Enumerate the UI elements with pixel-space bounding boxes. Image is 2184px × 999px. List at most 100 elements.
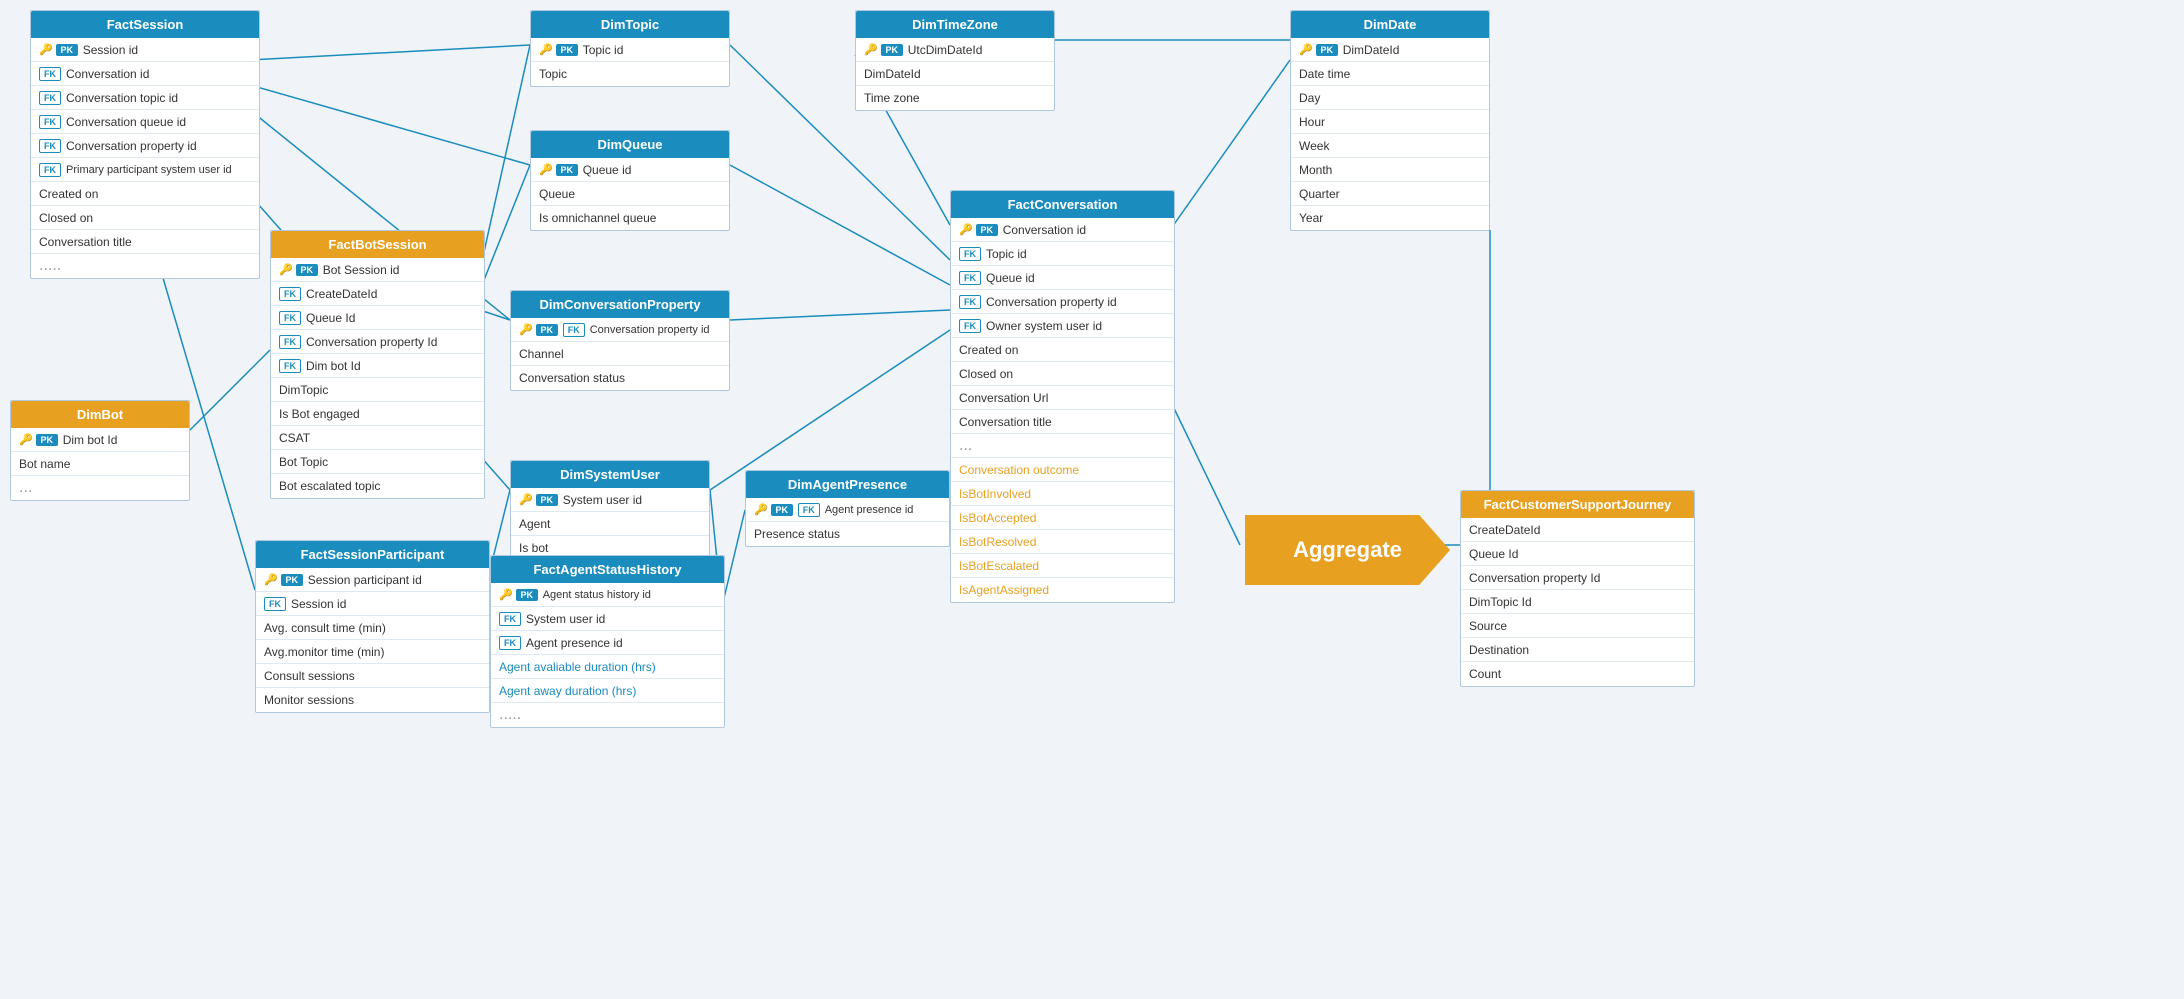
fk-badge: FK	[959, 247, 981, 261]
factsession-conversation-id: Conversation id	[66, 67, 149, 81]
dimtopic-row-topic: Topic	[531, 62, 729, 86]
factbotsession-row-botescalated: Bot escalated topic	[271, 474, 484, 498]
dimconversationproperty-header: DimConversationProperty	[511, 291, 729, 318]
factsessionparticipant-monitor-sessions: Monitor sessions	[264, 693, 354, 707]
dimdate-dateid: DimDateId	[1343, 43, 1400, 57]
factconversation-row-fk2: FK Queue id	[951, 266, 1174, 290]
factsession-row-fk2: FK Conversation topic id	[31, 86, 259, 110]
factcustomersupportjourney-count: Count	[1469, 667, 1501, 681]
factsession-ellipsis: .....	[31, 254, 259, 278]
factbotsession-botengaged: Is Bot engaged	[279, 407, 360, 421]
dimtopic-body: 🔑 PK Topic id Topic	[531, 38, 729, 86]
factagentstatushistory-row-fk1: FK System user id	[491, 607, 724, 631]
factbotsession-property-id: Conversation property Id	[306, 335, 437, 349]
entity-dimdate: DimDate 🔑 PK DimDateId Date time Day Hou…	[1290, 10, 1490, 231]
fk-badge: FK	[39, 67, 61, 81]
factsessionparticipant-row-monitorsessions: Monitor sessions	[256, 688, 489, 712]
dimtimezone-timezone: Time zone	[864, 91, 920, 105]
factsession-conversation-queue-id: Conversation queue id	[66, 115, 186, 129]
dimconversationproperty-id: Conversation property id	[590, 324, 710, 336]
dimdate-row-quarter: Quarter	[1291, 182, 1489, 206]
key-icon: 🔑	[499, 588, 513, 601]
dimqueue-row-omni: Is omnichannel queue	[531, 206, 729, 230]
dimbot-name: Bot name	[19, 457, 70, 471]
factcustomersupportjourney-destination: Destination	[1469, 643, 1529, 657]
factsessionparticipant-row-monitor: Avg.monitor time (min)	[256, 640, 489, 664]
key-icon: 🔑	[754, 503, 768, 516]
dimdate-row-hour: Hour	[1291, 110, 1489, 134]
pk-badge: PK	[296, 264, 318, 276]
factsessionparticipant-row-pk: 🔑 PK Session participant id	[256, 568, 489, 592]
dimsystemuser-agent: Agent	[519, 517, 550, 531]
factsession-primary-participant: Primary participant system user id	[66, 164, 232, 176]
dimbot-row-name: Bot name	[11, 452, 189, 476]
key-icon: 🔑	[279, 263, 293, 276]
factconversation-url: Conversation Url	[959, 391, 1048, 405]
factsession-conversation-property-id: Conversation property id	[66, 139, 197, 153]
entity-factagentstatushistory: FactAgentStatusHistory 🔑 PK Agent status…	[490, 555, 725, 728]
factsession-row-fk3: FK Conversation queue id	[31, 110, 259, 134]
entity-factsession: FactSession 🔑 PK Session id FK Conversat…	[30, 10, 260, 279]
factcustomersupportjourney-header: FactCustomerSupportJourney	[1461, 491, 1694, 518]
factcustomersupportjourney-queueid: Queue Id	[1469, 547, 1518, 561]
factsession-row-pk: 🔑 PK Session id	[31, 38, 259, 62]
factbotsession-dimbot-id: Dim bot Id	[306, 359, 361, 373]
factagentstatushistory-row-pk: 🔑 PK Agent status history id	[491, 583, 724, 607]
factconversation-title: Conversation title	[959, 415, 1052, 429]
factconversation-property-id: Conversation property id	[986, 295, 1117, 309]
pk-badge: PK	[976, 224, 998, 236]
factconversation-row-botinvolved: IsBotInvolved	[951, 482, 1174, 506]
fk-badge: FK	[798, 503, 820, 517]
pk-badge: PK	[556, 44, 578, 56]
factsession-row-closedon: Closed on	[31, 206, 259, 230]
factconversation-botaccepted: IsBotAccepted	[959, 511, 1036, 525]
fk-badge: FK	[499, 636, 521, 650]
factsessionparticipant-session-id: Session id	[291, 597, 346, 611]
factconversation-id: Conversation id	[1003, 223, 1086, 237]
pk-badge: PK	[36, 434, 58, 446]
dimqueue-header: DimQueue	[531, 131, 729, 158]
factagentstatushistory-body: 🔑 PK Agent status history id FK System u…	[491, 583, 724, 727]
factconversation-row-fk1: FK Topic id	[951, 242, 1174, 266]
aggregate-arrow: Aggregate	[1245, 515, 1450, 585]
factsessionparticipant-row-fk1: FK Session id	[256, 592, 489, 616]
pk-badge: PK	[536, 324, 558, 336]
factconversation-row-fk3: FK Conversation property id	[951, 290, 1174, 314]
factagentstatushistory-presence-id: Agent presence id	[526, 636, 623, 650]
factsessionparticipant-consult-sessions: Consult sessions	[264, 669, 355, 683]
factbotsession-body: 🔑 PK Bot Session id FK CreateDateId FK Q…	[271, 258, 484, 498]
factsession-conversation-topic-id: Conversation topic id	[66, 91, 178, 105]
key-icon: 🔑	[519, 493, 533, 506]
factcustomersupportjourney-createdateid: CreateDateId	[1469, 523, 1540, 537]
key-icon: 🔑	[19, 433, 33, 446]
factbotsession-dimtopic: DimTopic	[279, 383, 328, 397]
factagentstatushistory-row-away: Agent away duration (hrs)	[491, 679, 724, 703]
entity-factconversation: FactConversation 🔑 PK Conversation id FK…	[950, 190, 1175, 603]
factbotsession-session-id: Bot Session id	[323, 263, 400, 277]
pk-badge: PK	[771, 504, 793, 516]
diagram-canvas: FactSession 🔑 PK Session id FK Conversat…	[0, 0, 2184, 999]
entity-dimqueue: DimQueue 🔑 PK Queue id Queue Is omnichan…	[530, 130, 730, 231]
fk-badge: FK	[39, 91, 61, 105]
dimbot-row-pk: 🔑 PK Dim bot Id	[11, 428, 189, 452]
factsession-row-title: Conversation title	[31, 230, 259, 254]
factconversation-botresolved: IsBotResolved	[959, 535, 1036, 549]
fk-badge: FK	[499, 612, 521, 626]
dimtimezone-dateid: DimDateId	[864, 67, 921, 81]
diagentpresence-row-status: Presence status	[746, 522, 949, 546]
diagentpresence-header: DimAgentPresence	[746, 471, 949, 498]
diagentpresence-body: 🔑 PK FK Agent presence id Presence statu…	[746, 498, 949, 546]
key-icon: 🔑	[1299, 43, 1313, 56]
factconversation-row-botescalated: IsBotEscalated	[951, 554, 1174, 578]
factsession-header: FactSession	[31, 11, 259, 38]
dimtimezone-utc: UtcDimDateId	[908, 43, 983, 57]
factsessionparticipant-header: FactSessionParticipant	[256, 541, 489, 568]
factconversation-header: FactConversation	[951, 191, 1174, 218]
factsessionparticipant-row-consult: Avg. consult time (min)	[256, 616, 489, 640]
dimconversationproperty-row-status: Conversation status	[511, 366, 729, 390]
dimqueue-queue: Queue	[539, 187, 575, 201]
dimdate-datetime: Date time	[1299, 67, 1350, 81]
factbotsession-botescalated: Bot escalated topic	[279, 479, 380, 493]
factagentstatushistory-id: Agent status history id	[543, 589, 651, 601]
dimdate-year: Year	[1299, 211, 1323, 225]
